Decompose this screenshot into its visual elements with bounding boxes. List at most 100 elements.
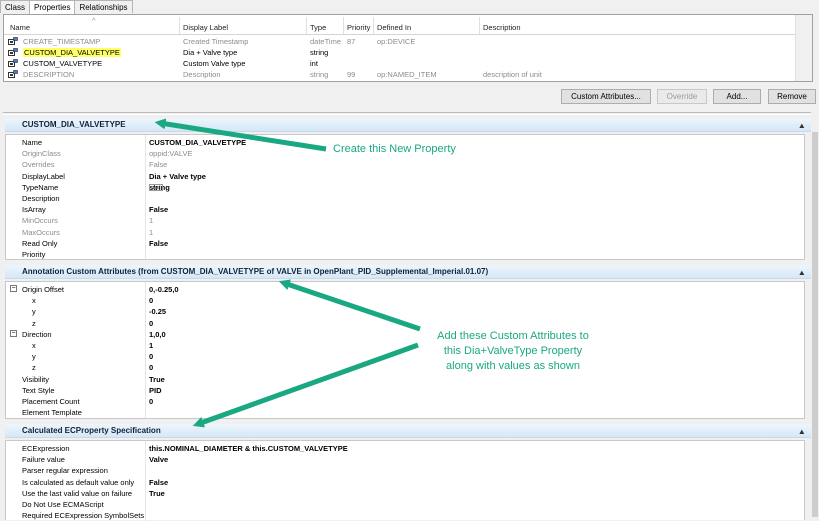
list-cell-name: DESCRIPTION (23, 70, 75, 79)
property-value[interactable]: oppid:VALVE (149, 149, 193, 158)
property-value[interactable]: False (149, 205, 168, 214)
column-header-display-label[interactable]: Display Label (183, 23, 228, 32)
property-value[interactable]: True (149, 489, 165, 498)
property-row[interactable]: IsArray False (6, 204, 804, 215)
property-row[interactable]: Failure value Valve (6, 454, 804, 465)
property-value[interactable]: 0 (149, 296, 153, 305)
property-name: x (32, 296, 36, 306)
list-cell-defined-in: op:NAMED_ITEM (377, 70, 437, 79)
column-header-defined-in[interactable]: Defined In (377, 23, 411, 32)
property-row[interactable]: Is calculated as default value only False (6, 477, 804, 488)
expander-icon[interactable]: − (10, 285, 17, 292)
scrollbar-thumb[interactable] (812, 132, 818, 517)
property-row[interactable]: Description (6, 193, 804, 204)
property-value[interactable]: 1,0,0 (149, 330, 166, 339)
property-value[interactable]: CUSTOM_DIA_VALVETYPE (149, 138, 246, 147)
remove-button[interactable]: Remove (768, 89, 816, 104)
callout-add-attributes: Add these Custom Attributes to this Dia+… (408, 329, 618, 374)
property-row[interactable]: z0 (6, 362, 804, 373)
property-value[interactable]: True (149, 375, 165, 384)
property-row[interactable]: Element Template (6, 407, 804, 418)
section-header-property[interactable]: CUSTOM_DIA_VALVETYPE ⯅ (5, 118, 811, 132)
override-button[interactable]: Override (657, 89, 707, 104)
property-row[interactable]: MinOccurs 1 (6, 215, 804, 226)
property-list-row[interactable]: CREATE_TIMESTAMP Created Timestamp dateTim… (4, 36, 796, 47)
property-row[interactable]: TypeName abc string (6, 182, 804, 193)
property-row[interactable]: x0 (6, 295, 804, 306)
callout-line: Add these Custom Attributes to (437, 330, 589, 342)
property-value[interactable]: 1 (149, 228, 153, 237)
property-name: z (32, 363, 36, 373)
column-header-priority[interactable]: Priority (347, 23, 370, 32)
property-row[interactable]: Parser regular expression (6, 465, 804, 476)
property-name: TypeName (22, 182, 59, 192)
collapse-icon[interactable]: ⯅ (799, 120, 805, 134)
expander-icon[interactable]: − (10, 329, 17, 337)
property-row[interactable]: DisplayLabel Dia + Valve type (6, 171, 804, 182)
section-header-calculated-spec[interactable]: Calculated ECProperty Specification ⯅ (5, 424, 811, 438)
property-value[interactable]: 0 (149, 352, 153, 361)
property-list-row[interactable]: CUSTOM_VALVETYPE Custom Valve type int (4, 58, 796, 69)
property-icon (8, 37, 18, 45)
property-list-row[interactable]: DESCRIPTION Description string 99 op:NAMED_I… (4, 69, 796, 80)
list-scrollbar[interactable] (795, 15, 812, 81)
property-row[interactable]: Required ECExpression SymbolSets (6, 510, 804, 521)
property-row[interactable]: Use the last valid value on failure True (6, 488, 804, 499)
property-value[interactable]: 0,-0.25,0 (149, 285, 179, 294)
property-row[interactable]: Priority (6, 249, 804, 260)
string-type-icon: abc (149, 183, 163, 191)
property-row[interactable]: Do Not Use ECMAScript (6, 499, 804, 510)
pane-splitter[interactable] (3, 112, 811, 115)
property-row[interactable]: Visibility True (6, 374, 804, 385)
property-value[interactable]: 0 (149, 363, 153, 372)
property-name: Do Not Use ECMAScript (22, 500, 104, 509)
property-name: Visibility (22, 374, 49, 384)
property-name: Placement Count (22, 397, 80, 406)
list-cell-name: CUSTOM_VALVETYPE (23, 59, 103, 68)
property-row[interactable]: x1 (6, 340, 804, 351)
property-row[interactable]: y0 (6, 351, 804, 362)
property-row[interactable]: − Direction 1,0,0 (6, 329, 804, 340)
details-scrollbar[interactable] (811, 118, 819, 520)
add-button[interactable]: Add... (713, 89, 761, 104)
property-row[interactable]: z0 (6, 318, 804, 329)
column-header-description[interactable]: Description (483, 23, 521, 32)
property-list-row[interactable]: CUSTOM_DIA_VALVETYPE Dia + Valve type stri… (4, 47, 796, 58)
property-value[interactable]: abc string (149, 183, 170, 192)
section-header-annotation-attributes[interactable]: Annotation Custom Attributes (from CUSTO… (5, 265, 811, 279)
list-cell-label: Created Timestamp (183, 37, 249, 46)
property-row[interactable]: Read Only False (6, 238, 804, 249)
property-value[interactable]: PID (149, 386, 162, 395)
property-value[interactable]: Dia + Valve type (149, 172, 206, 181)
list-cell-name: CREATE_TIMESTAMP (23, 37, 101, 46)
column-header-name[interactable]: Name (10, 23, 30, 32)
property-value[interactable]: this.NOMINAL_DIAMETER & this.CUSTOM_VALV… (149, 444, 348, 453)
property-value[interactable]: 0 (149, 397, 153, 406)
tab-relationships[interactable]: Relationships (74, 0, 133, 13)
collapse-icon[interactable]: ⯅ (799, 426, 805, 440)
property-value[interactable]: 0 (149, 319, 153, 328)
property-value[interactable]: False (149, 239, 168, 248)
custom-attributes-button[interactable]: Custom Attributes... (561, 89, 651, 104)
property-row[interactable]: ECExpression this.NOMINAL_DIAMETER & this… (6, 443, 804, 454)
property-value[interactable]: False (149, 160, 167, 169)
property-row[interactable]: Overrides False (6, 159, 804, 170)
column-header-type[interactable]: Type (310, 23, 326, 32)
property-value[interactable]: 1 (149, 216, 153, 225)
property-row[interactable]: Placement Count 0 (6, 396, 804, 407)
tab-class[interactable]: Class (0, 0, 31, 13)
list-cell-name: CUSTOM_DIA_VALVETYPE (23, 48, 121, 57)
property-value[interactable]: Valve (149, 455, 168, 464)
property-name: Is calculated as default value only (22, 477, 135, 487)
property-row[interactable]: y -0.25 (6, 306, 804, 317)
property-row[interactable]: MaxOccurs 1 (6, 227, 804, 238)
property-value[interactable]: -0.25 (149, 307, 166, 316)
tab-properties[interactable]: Properties (29, 0, 76, 14)
property-name: Read Only (22, 238, 58, 248)
property-row[interactable]: − Origin Offset 0,-0.25,0 (6, 284, 804, 295)
list-cell-label: Dia + Valve type (183, 48, 238, 57)
collapse-icon[interactable]: ⯅ (799, 267, 805, 281)
property-row[interactable]: Text Style PID (6, 385, 804, 396)
property-value[interactable]: 1 (149, 341, 153, 350)
property-value[interactable]: False (149, 478, 168, 487)
